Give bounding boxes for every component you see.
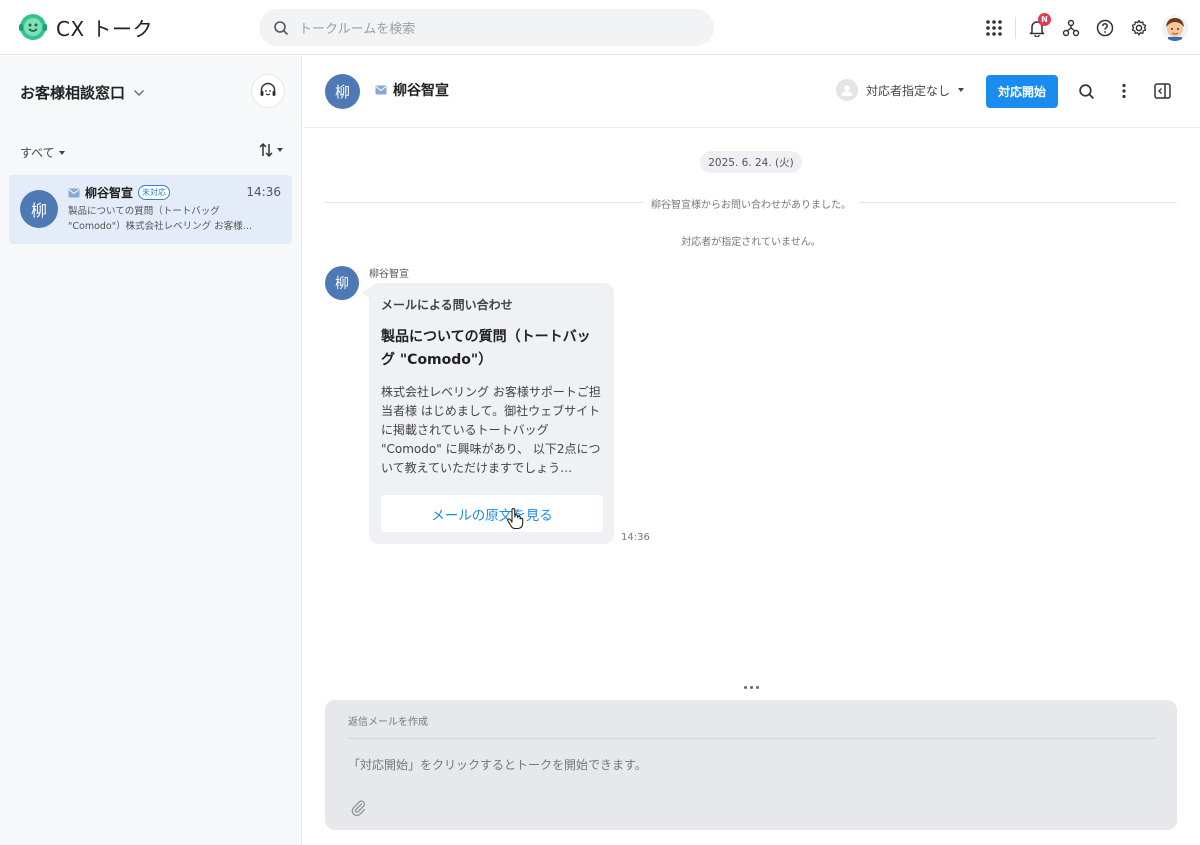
sort-icon [259, 142, 273, 158]
chat-search-button[interactable] [1075, 80, 1097, 102]
attachment-icon[interactable] [349, 798, 367, 816]
help-icon [1096, 19, 1114, 37]
assignee-dropdown[interactable]: 対応者指定なし [836, 79, 965, 101]
conversation-item[interactable]: 柳 柳谷智宣 未対応 14:36 製品についての質問（トートバッグ "Comod… [9, 175, 292, 244]
message-time: 14:36 [621, 532, 650, 543]
resize-handle[interactable] [744, 686, 759, 689]
date-divider: 2025. 6. 24. (火) [700, 151, 802, 173]
mail-icon [375, 85, 387, 95]
notification-badge: N [1038, 13, 1051, 26]
more-vertical-icon [1122, 83, 1126, 99]
side-panel-icon [1153, 83, 1171, 99]
contact-avatar: 柳 [325, 74, 360, 109]
start-support-button[interactable]: 対応開始 [986, 75, 1058, 108]
hand-cursor-icon [507, 508, 524, 530]
app-title: CX トーク [56, 16, 154, 41]
toggle-panel-button[interactable] [1151, 80, 1173, 102]
search-input[interactable]: トークルームを検索 [259, 9, 714, 46]
settings-button[interactable] [1122, 11, 1156, 45]
chevron-down-icon [134, 89, 145, 96]
system-message-text: 柳谷智宣様からお問い合わせがありました。 [643, 200, 859, 211]
user-avatar[interactable] [1162, 15, 1188, 41]
conversation-sidebar: お客様相談窓口 すべて 柳 柳谷智宣 未対応 14:36 製品についての質問（ト… [0, 56, 302, 845]
contact-name: 柳谷智宣 [375, 80, 449, 100]
view-original-email-button[interactable]: メールの原文を見る [381, 495, 603, 532]
conversation-name: 柳谷智宣 [85, 186, 134, 200]
filter-dropdown[interactable]: すべて [20, 144, 65, 161]
system-message: 対応者が指定されていません。 [681, 237, 821, 248]
chat-header: 柳 柳谷智宣 対応者指定なし 対応開始 [303, 56, 1200, 128]
conversation-time: 14:36 [246, 185, 281, 199]
headset-icon [260, 82, 276, 96]
person-placeholder-icon [836, 79, 858, 101]
caret-down-icon [958, 88, 965, 92]
conversation-preview: 製品についての質問（トートバッグ "Comodo"）株式会社レベリング お客様… [68, 206, 253, 232]
composer-title: 返信メールを作成 [348, 717, 428, 728]
help-button[interactable] [1088, 11, 1122, 45]
system-message: 柳谷智宣様からお問い合わせがありました。 [325, 196, 1177, 211]
support-agent-button[interactable] [251, 74, 285, 108]
apps-grid-button[interactable] [977, 11, 1011, 45]
search-icon [274, 20, 289, 35]
message-avatar: 柳 [325, 266, 359, 300]
status-badge: 未対応 [138, 185, 171, 200]
apps-grid-icon [986, 20, 1002, 36]
composer-divider [348, 738, 1156, 739]
email-body-preview: 株式会社レベリング お客様サポートご担当者様 はじめまして。御社ウェブサイトに掲… [381, 385, 601, 475]
reply-composer[interactable]: 返信メールを作成 「対応開始」をクリックするとトークを開始できます。 [325, 700, 1177, 830]
top-bar: CX トーク トークルームを検索 N [0, 0, 1200, 55]
org-chart-button[interactable] [1054, 11, 1088, 45]
search-icon [1078, 83, 1094, 99]
app-logo[interactable]: CX トーク [18, 12, 153, 42]
user-avatar-image [1162, 15, 1188, 41]
caret-down-icon [58, 150, 65, 155]
divider [1015, 17, 1016, 39]
channel-selector[interactable]: お客様相談窓口 [20, 82, 145, 103]
assignee-label: 対応者指定なし [866, 83, 951, 98]
org-chart-icon [1062, 19, 1080, 37]
search-placeholder: トークルームを検索 [299, 22, 416, 37]
message-type-label: メールによる問い合わせ [381, 298, 513, 312]
gear-icon [1131, 19, 1147, 36]
filter-label: すべて [20, 146, 55, 160]
notifications-button[interactable]: N [1020, 11, 1054, 45]
caret-down-icon [277, 148, 283, 152]
more-options-button[interactable] [1113, 80, 1135, 102]
conversation-avatar: 柳 [20, 190, 58, 228]
sort-button[interactable] [258, 142, 283, 158]
email-subject: 製品についての質問（トートバッグ "Comodo"） [381, 329, 591, 368]
logo-icon [19, 14, 47, 40]
message-sender: 柳谷智宣 [369, 269, 409, 280]
composer-placeholder: 「対応開始」をクリックするとトークを開始できます。 [348, 758, 647, 772]
contact-name-text: 柳谷智宣 [393, 83, 449, 99]
channel-name: お客様相談窓口 [20, 84, 126, 102]
email-message-bubble: メールによる問い合わせ 製品についての質問（トートバッグ "Comodo"） 株… [369, 283, 614, 544]
mail-icon [68, 188, 80, 197]
